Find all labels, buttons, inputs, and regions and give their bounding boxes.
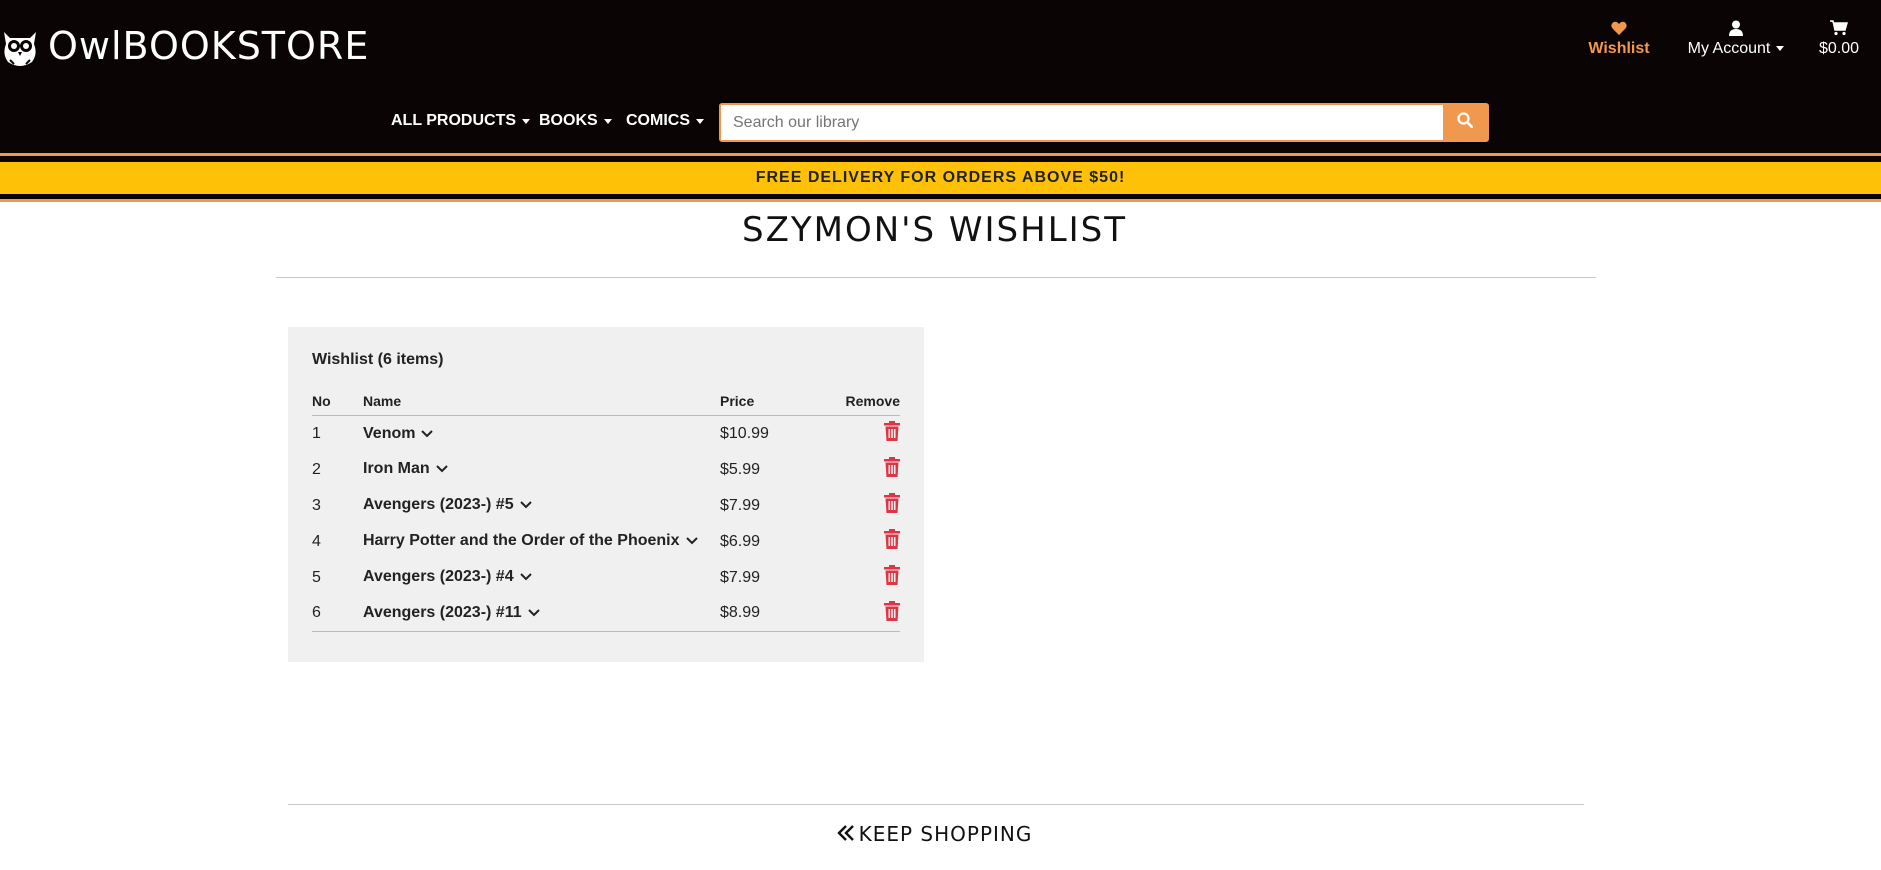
search-bar [719,103,1489,142]
chevron-down-icon [527,604,540,622]
nav-books-label: BOOKS [539,112,598,129]
trash-icon[interactable] [884,421,900,446]
column-header-no: No [312,389,363,416]
column-header-remove: Remove [830,389,900,416]
row-number: 1 [312,424,321,442]
cart-icon [1830,16,1848,40]
owl-logo-icon [0,24,40,68]
page-title: SZYMON'S WISHLIST [741,210,1128,250]
remove-cell [830,416,900,452]
table-row: 6 Avengers (2023-) #11 $8.99 [312,595,900,632]
logo-text: OwlBOOKSTORE [48,24,370,68]
item-name: Iron Man [363,460,430,478]
item-name-toggle[interactable]: Avengers (2023-) #4 [363,560,720,596]
search-icon [1457,112,1474,133]
promo-text: FREE DELIVERY FOR ORDERS ABOVE $50! [755,169,1126,186]
remove-cell [830,524,900,560]
user-icon [1729,16,1743,40]
item-price: $7.99 [720,568,761,586]
item-price: $5.99 [720,460,761,478]
wishlist-label: Wishlist [1588,40,1650,57]
table-header-row: No Name Price Remove [312,389,900,416]
search-button[interactable] [1443,105,1487,140]
table-row: 2 Iron Man $5.99 [312,452,900,488]
cart-total: $0.00 [1818,40,1860,57]
chevron-down-icon [522,118,531,124]
row-number: 4 [312,532,321,550]
keep-shopping-label: KEEP SHOPPING [858,822,1033,846]
table-row: 5 Avengers (2023-) #4 $7.99 [312,560,900,596]
column-header-name: Name [363,389,720,416]
remove-cell [830,595,900,632]
row-number: 6 [312,595,363,632]
nav-comics-label: COMICS [626,112,690,129]
wishlist-link[interactable]: Wishlist [1584,16,1654,58]
trash-icon[interactable] [884,565,900,590]
item-price: $10.99 [720,424,769,442]
item-price: $6.99 [720,532,761,550]
item-name-toggle[interactable]: Harry Potter and the Order of the Phoeni… [363,524,720,560]
account-label: My Account [1687,40,1771,57]
item-name: Avengers (2023-) #5 [363,496,514,514]
heart-icon [1611,16,1627,40]
double-chevron-left-icon [836,822,855,846]
nav-books[interactable]: BOOKS [539,112,612,130]
cart-link[interactable]: $0.00 [1809,16,1869,58]
chevron-down-icon [696,118,704,124]
logo[interactable]: OwlBOOKSTORE [0,22,369,70]
divider [0,199,1881,202]
item-name-toggle[interactable]: Avengers (2023-) #5 [363,488,720,524]
row-number: 2 [312,460,321,478]
chevron-down-icon [435,460,448,478]
chevron-down-icon [421,425,434,443]
chevron-down-icon [519,568,532,586]
trash-icon[interactable] [884,457,900,482]
my-account-dropdown[interactable]: My Account [1681,16,1791,58]
remove-cell [830,488,900,524]
column-header-price: Price [720,389,830,416]
divider [276,277,1596,278]
item-name-toggle[interactable]: Avengers (2023-) #11 [363,595,720,632]
trash-icon[interactable] [884,600,900,626]
item-name: Harry Potter and the Order of the Phoeni… [363,532,680,550]
nav-all-products[interactable]: ALL PRODUCTS [391,112,531,130]
table-row: 4 Harry Potter and the Order of the Phoen… [312,524,900,560]
wishlist-card: Wishlist (6 items) No Name Price Remove … [288,327,924,662]
item-name: Avengers (2023-) #4 [363,568,514,586]
nav-all-products-label: ALL PRODUCTS [391,112,517,129]
site-header: OwlBOOKSTORE Wishlist My Account $0.00 A… [0,0,1881,153]
item-name: Avengers (2023-) #11 [363,604,522,622]
search-input[interactable] [721,105,1443,140]
item-name-toggle[interactable]: Venom [363,416,720,452]
wishlist-heading: Wishlist (6 items) [312,351,444,368]
item-price: $7.99 [720,496,761,514]
divider [288,804,1584,805]
chevron-down-icon [1776,46,1785,52]
remove-cell [830,560,900,596]
trash-icon[interactable] [884,529,900,554]
trash-icon[interactable] [884,493,900,518]
chevron-down-icon [519,496,532,514]
item-name-toggle[interactable]: Iron Man [363,452,720,488]
row-number: 3 [312,496,321,514]
chevron-down-icon [603,118,612,124]
table-row: 1 Venom $10.99 [312,416,900,452]
promo-banner: FREE DELIVERY FOR ORDERS ABOVE $50! [0,162,1881,194]
item-name: Venom [363,424,416,442]
nav-comics[interactable]: COMICS [626,112,704,130]
table-row: 3 Avengers (2023-) #5 $7.99 [312,488,900,524]
remove-cell [830,452,900,488]
chevron-down-icon [685,532,698,550]
item-price: $8.99 [720,595,830,632]
row-number: 5 [312,568,321,586]
keep-shopping-link[interactable]: KEEP SHOPPING [0,822,1869,846]
wishlist-table: No Name Price Remove 1 Venom $10.99 2 Iron M… [312,389,900,632]
